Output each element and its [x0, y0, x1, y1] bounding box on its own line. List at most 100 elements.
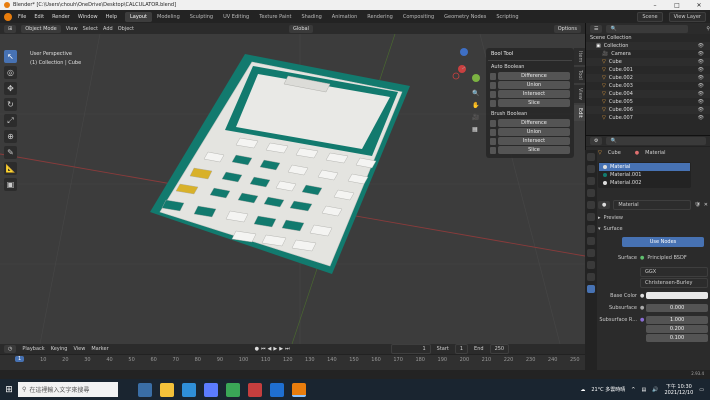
- data-tab-icon[interactable]: [587, 273, 595, 281]
- tool-props-tab-icon[interactable]: [587, 153, 595, 161]
- unlink-icon[interactable]: ✕: [704, 202, 708, 208]
- view-layer-selector[interactable]: View Layer: [668, 11, 706, 22]
- modifier-tab-icon[interactable]: [587, 237, 595, 245]
- physics-tab-icon[interactable]: [587, 249, 595, 257]
- tray-arrow-icon[interactable]: ^: [631, 387, 635, 393]
- tab-uv-editing[interactable]: UV Editing: [218, 12, 254, 22]
- view-layer-tab-icon[interactable]: [587, 189, 595, 197]
- store-icon[interactable]: [204, 382, 218, 397]
- mail-icon[interactable]: [270, 382, 284, 397]
- brush-slice-button[interactable]: Slice: [490, 146, 570, 154]
- visibility-icon[interactable]: 👁: [698, 51, 710, 57]
- windows-start-icon[interactable]: ⊞: [0, 379, 18, 400]
- mode-selector[interactable]: Object Mode: [21, 24, 61, 33]
- outliner-item-collection[interactable]: ▣ Collection 👁: [586, 42, 710, 50]
- timeline-ruler[interactable]: 1102030405060708090100110120130140150160…: [0, 355, 585, 370]
- start-frame-field[interactable]: 1: [454, 344, 469, 354]
- jump-start-icon[interactable]: ⏮: [261, 346, 266, 352]
- edge-browser-icon[interactable]: [182, 382, 196, 397]
- scale-tool-icon[interactable]: ⤢: [4, 114, 17, 127]
- pan-hand-icon[interactable]: ✋: [472, 102, 479, 109]
- subsurface-radius-x[interactable]: 1.000: [646, 315, 708, 324]
- blender-menu-icon[interactable]: [4, 12, 12, 21]
- brush-union-button[interactable]: Union: [490, 128, 570, 136]
- use-nodes-button[interactable]: Use Nodes: [622, 237, 704, 247]
- minimize-button[interactable]: –: [644, 2, 666, 9]
- base-color-swatch[interactable]: [646, 292, 708, 299]
- outliner-item[interactable]: ▽ Cube.002 👁: [586, 74, 710, 82]
- record-icon[interactable]: ●: [255, 346, 259, 352]
- menu-help[interactable]: Help: [106, 14, 117, 20]
- material-tab-icon[interactable]: [587, 285, 595, 293]
- timeline-menu-marker[interactable]: Marker: [91, 346, 108, 352]
- add-cube-tool-icon[interactable]: ▣: [4, 178, 17, 191]
- brush-intersect-button[interactable]: Intersect: [490, 137, 570, 145]
- blender-taskbar-icon[interactable]: [292, 382, 306, 397]
- close-button[interactable]: ✕: [688, 2, 710, 9]
- surface-section-header[interactable]: ▾ Surface: [598, 224, 708, 233]
- viewport-menu-object[interactable]: Object: [118, 26, 134, 32]
- menu-file[interactable]: File: [18, 14, 26, 20]
- transform-orientation-selector[interactable]: Global: [289, 24, 313, 33]
- play-icon[interactable]: ▶: [273, 346, 277, 352]
- outliner-item[interactable]: ▽ Cube.006 👁: [586, 106, 710, 114]
- auto-intersect-button[interactable]: Intersect: [490, 90, 570, 98]
- next-key-icon[interactable]: ▶: [279, 346, 283, 352]
- camera-view-icon[interactable]: 🎥: [472, 114, 479, 121]
- visibility-icon[interactable]: 👁: [698, 75, 710, 81]
- cursor-tool-icon[interactable]: ◎: [4, 66, 17, 79]
- world-tab-icon[interactable]: [587, 213, 595, 221]
- timeline-menu-view[interactable]: View: [73, 346, 85, 352]
- material-slot[interactable]: Material.001: [599, 171, 690, 179]
- render-props-tab-icon[interactable]: [587, 165, 595, 173]
- properties-search-input[interactable]: 🔍: [606, 137, 706, 145]
- current-frame-field[interactable]: 1: [390, 344, 431, 354]
- outliner-item[interactable]: ▽ Cube.003 👁: [586, 82, 710, 90]
- subsurface-radius-z[interactable]: 0.100: [646, 333, 708, 342]
- visibility-icon[interactable]: 👁: [698, 99, 710, 105]
- current-frame-indicator[interactable]: 1: [15, 356, 25, 362]
- tab-animation[interactable]: Animation: [327, 12, 363, 22]
- tab-edit[interactable]: Edit: [574, 104, 585, 121]
- volume-icon[interactable]: 🔊: [652, 387, 658, 393]
- distribution-dropdown[interactable]: GGX: [640, 266, 708, 277]
- end-frame-field[interactable]: 250: [489, 344, 510, 354]
- tab-geometry-nodes[interactable]: Geometry Nodes: [439, 12, 491, 22]
- outliner-scene-collection[interactable]: Scene Collection: [586, 34, 710, 42]
- measure-tool-icon[interactable]: 📐: [4, 162, 17, 175]
- tab-rendering[interactable]: Rendering: [362, 12, 398, 22]
- viewport-menu-select[interactable]: Select: [83, 26, 98, 32]
- preview-section-header[interactable]: ▸ Preview: [598, 213, 708, 222]
- chrome-icon[interactable]: [226, 382, 240, 397]
- weather-label[interactable]: 21°C 多雲時晴: [591, 386, 625, 393]
- tab-sculpting[interactable]: Sculpting: [185, 12, 218, 22]
- outliner-item[interactable]: ▽ Cube 👁: [586, 58, 710, 66]
- tab-view[interactable]: View: [574, 85, 585, 103]
- constraints-tab-icon[interactable]: [587, 261, 595, 269]
- properties-editor-type[interactable]: ⚙: [590, 137, 603, 145]
- visibility-icon[interactable]: 👁: [698, 107, 710, 113]
- grid-toggle-icon[interactable]: ▦: [472, 126, 479, 133]
- visibility-icon[interactable]: 👁: [698, 59, 710, 65]
- output-props-tab-icon[interactable]: [587, 177, 595, 185]
- menu-window[interactable]: Window: [78, 14, 98, 20]
- visibility-icon[interactable]: 👁: [698, 43, 710, 49]
- visibility-icon[interactable]: 👁: [698, 67, 710, 73]
- outliner-item[interactable]: 🎥 Camera 👁: [586, 50, 710, 58]
- annotate-tool-icon[interactable]: ✎: [4, 146, 17, 159]
- outliner-item[interactable]: ▽ Cube.001 👁: [586, 66, 710, 74]
- tab-compositing[interactable]: Compositing: [398, 12, 439, 22]
- timeline-menu-keying[interactable]: Keying: [51, 346, 68, 352]
- move-tool-icon[interactable]: ✥: [4, 82, 17, 95]
- tab-texture-paint[interactable]: Texture Paint: [254, 12, 296, 22]
- scene-selector[interactable]: Scene: [637, 11, 663, 22]
- material-name-field[interactable]: Material: [613, 200, 692, 210]
- clock[interactable]: 下午 10:30 2021/12/10: [664, 383, 693, 396]
- outliner-item[interactable]: ▽ Cube.004 👁: [586, 90, 710, 98]
- jump-end-icon[interactable]: ⏭: [285, 346, 290, 352]
- scene-tab-icon[interactable]: [587, 201, 595, 209]
- outliner-item[interactable]: ▽ Cube.007 👁: [586, 114, 710, 122]
- timeline-menu-playback[interactable]: Playback: [22, 346, 44, 352]
- rotate-tool-icon[interactable]: ↻: [4, 98, 17, 111]
- timeline-editor-type[interactable]: ◷: [4, 345, 17, 353]
